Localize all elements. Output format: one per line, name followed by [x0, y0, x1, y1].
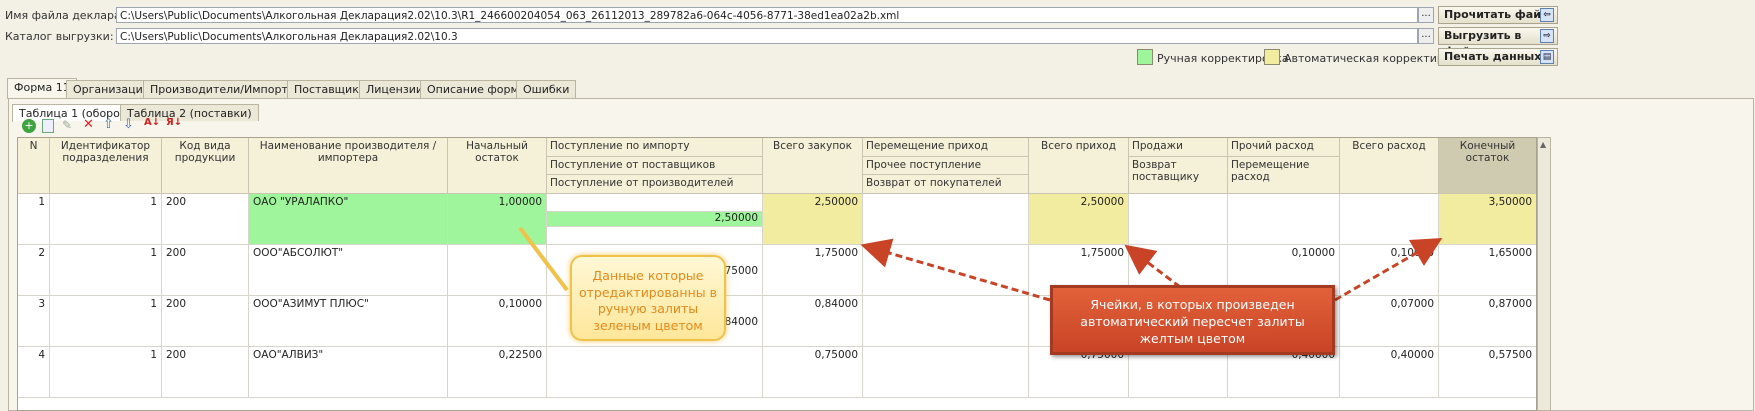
manual-edit-callout: Данные которые отредактированны в ручную… — [570, 255, 726, 341]
auto-recalc-callout: Ячейки, в которых произведен автоматичес… — [1050, 285, 1335, 355]
annotation-arrows — [518, 226, 1443, 302]
